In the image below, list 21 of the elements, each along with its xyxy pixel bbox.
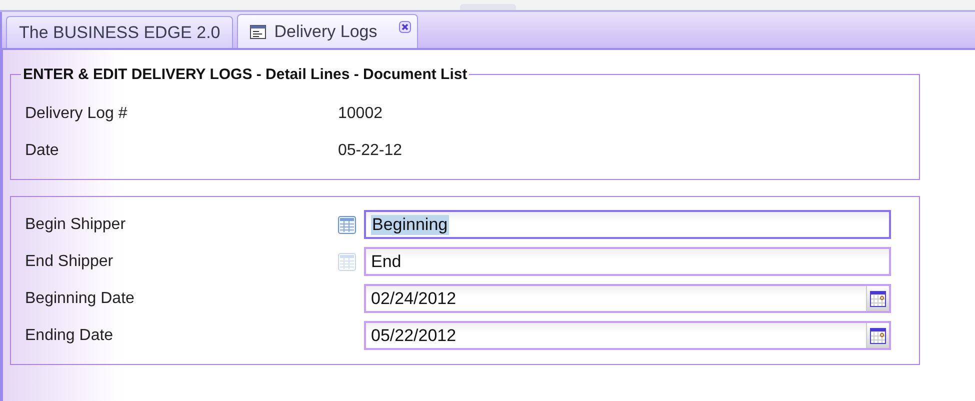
field-label: Begin Shipper xyxy=(25,216,127,234)
document-icon xyxy=(250,24,266,38)
field-label: Beginning Date xyxy=(25,290,136,308)
tab[interactable]: Delivery Logs xyxy=(237,14,418,48)
tab[interactable]: The BUSINESS EDGE 2.0 xyxy=(6,16,234,48)
calendar-button[interactable] xyxy=(866,286,889,311)
collapse-handle[interactable] xyxy=(460,4,516,10)
field-label: Delivery Log # xyxy=(25,104,128,122)
field-label: End Shipper xyxy=(25,252,114,270)
table-icon[interactable] xyxy=(338,216,356,234)
input-field[interactable]: 02/24/2012 xyxy=(364,284,891,313)
field-value: 05-22-12 xyxy=(338,142,402,160)
field-label: Ending Date xyxy=(25,326,114,344)
input-field[interactable]: Beginning xyxy=(364,210,891,239)
input-field[interactable]: 05/22/2012 xyxy=(364,321,891,350)
input-field[interactable]: End xyxy=(364,247,891,276)
calendar-button[interactable] xyxy=(866,323,889,348)
field-value: 10002 xyxy=(338,104,382,122)
close-icon[interactable] xyxy=(399,21,412,33)
field-label: Date xyxy=(25,142,60,160)
panel-title: ENTER & EDIT DELIVERY LOGS - Detail Lines - Document List xyxy=(22,66,468,83)
